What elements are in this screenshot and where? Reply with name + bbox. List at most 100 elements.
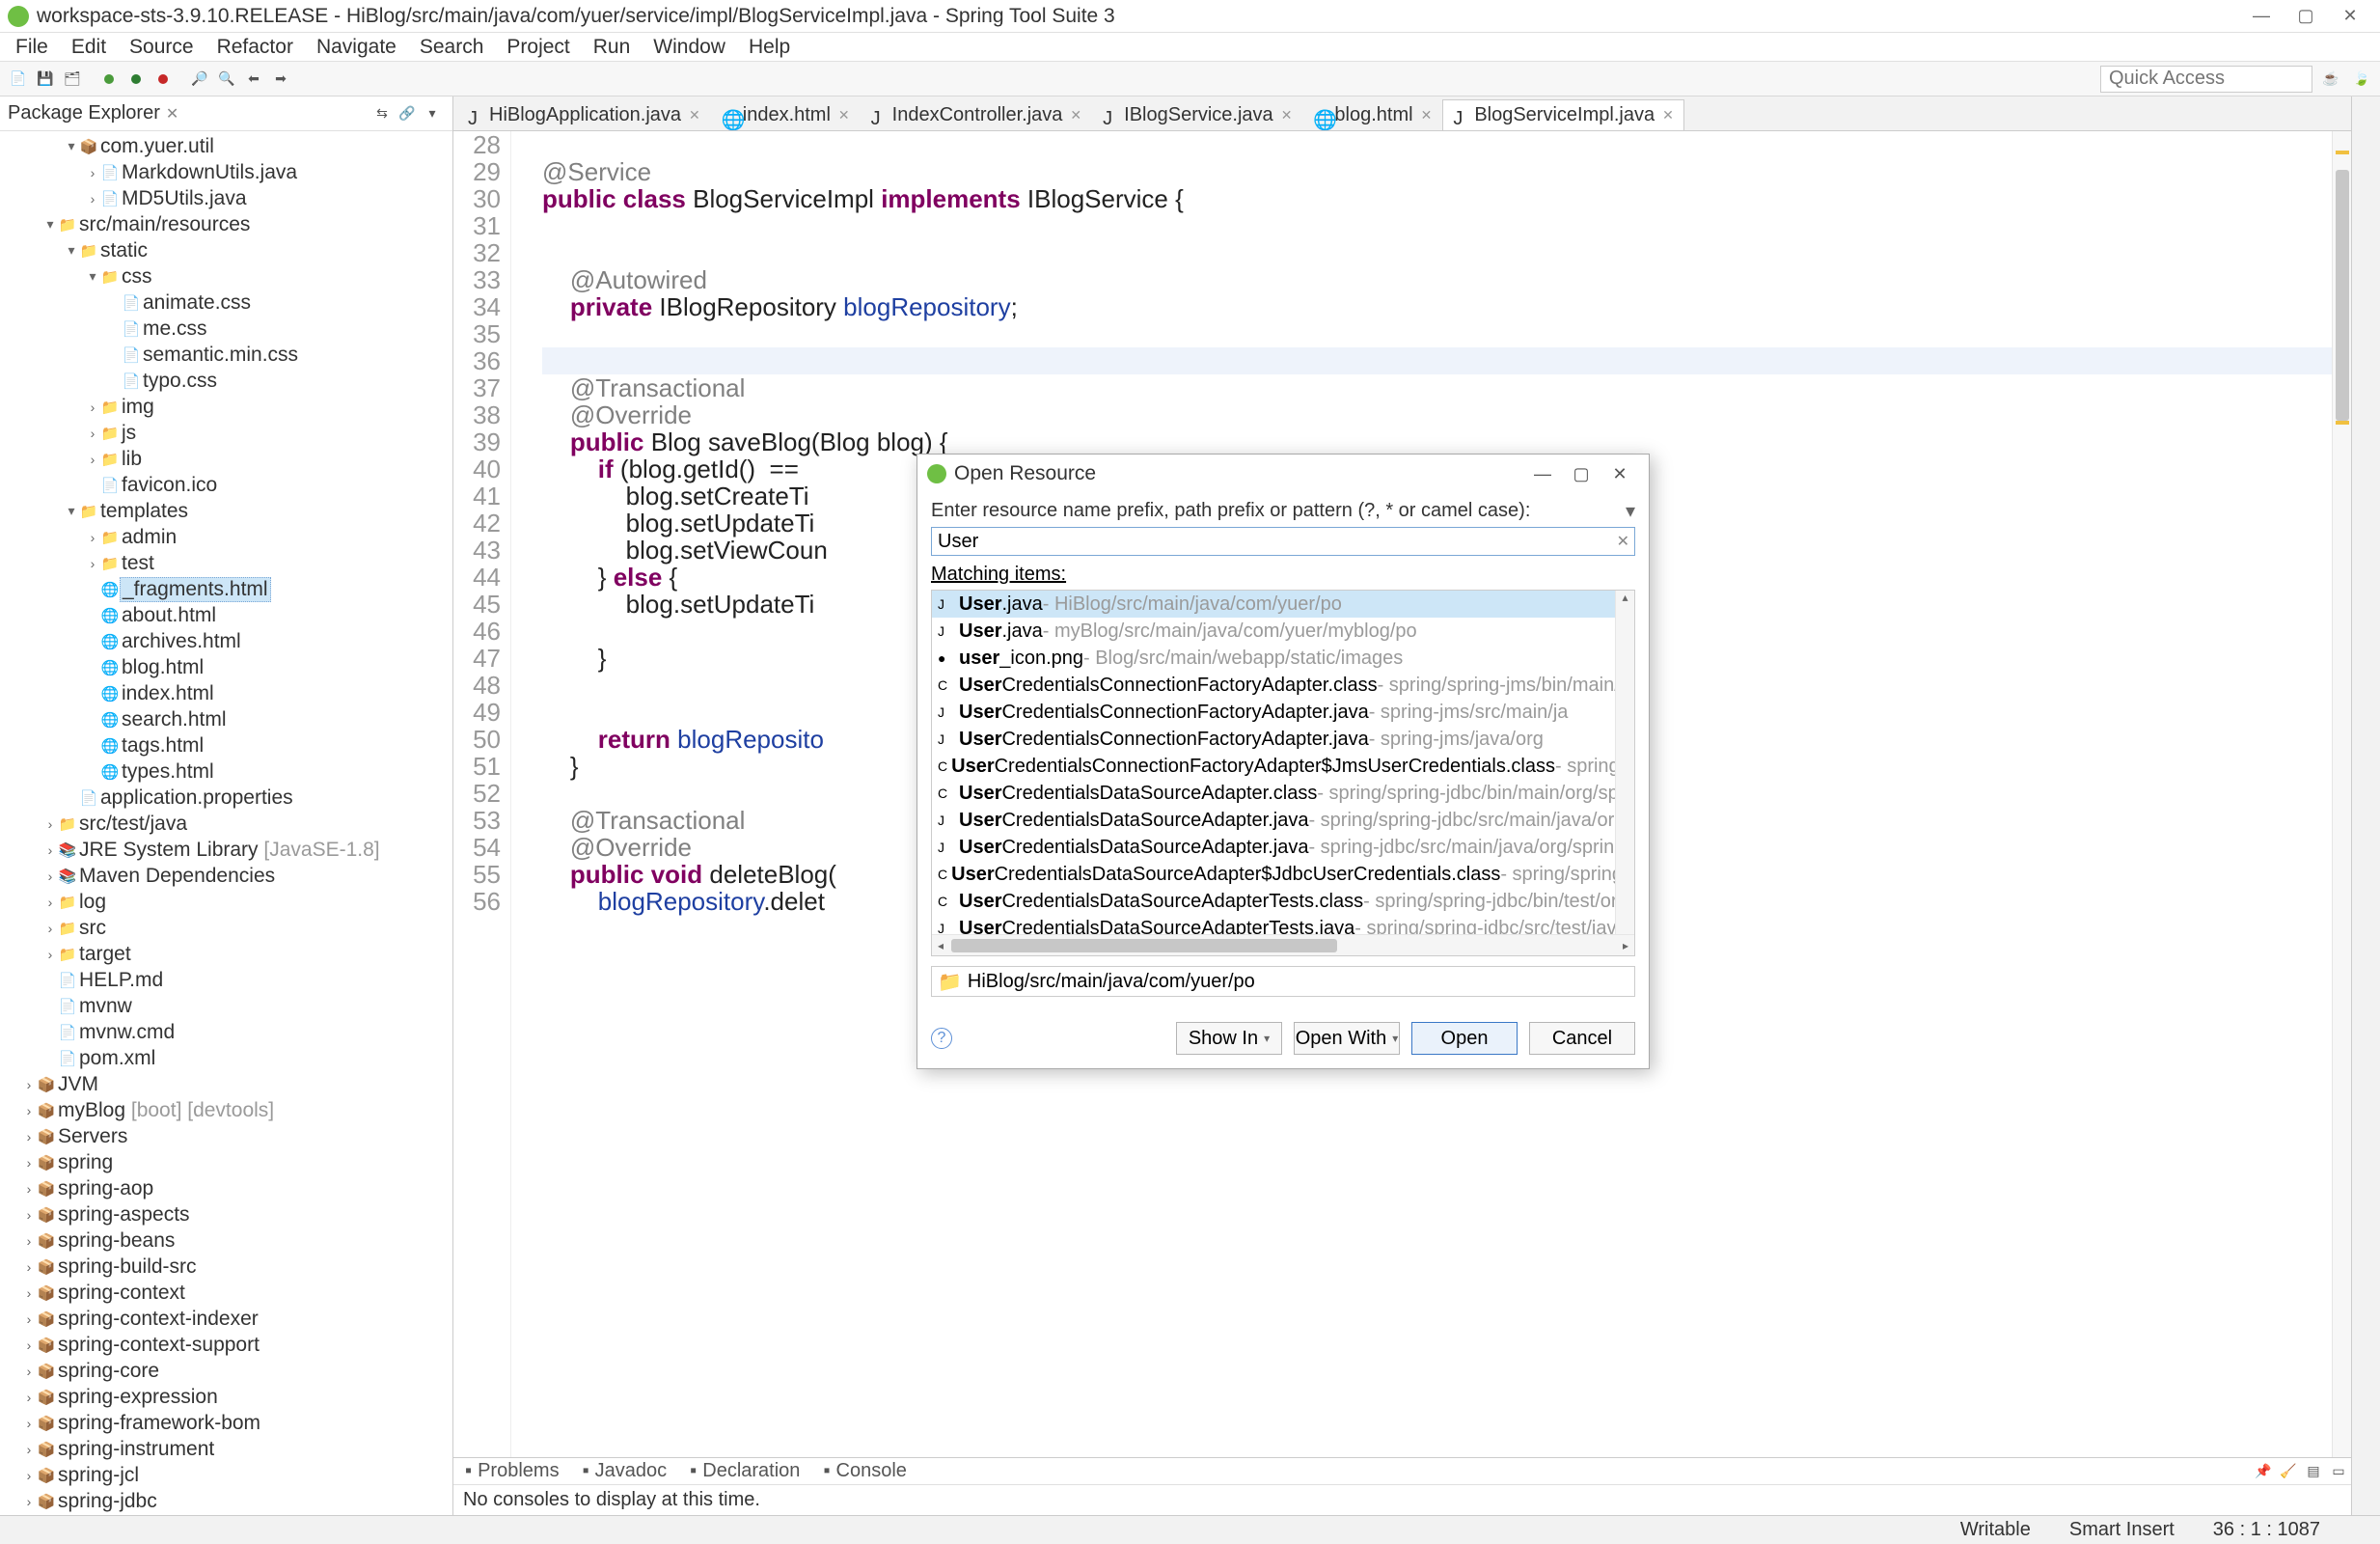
nav-fwd-icon[interactable]: ➡ (268, 67, 293, 92)
resource-search-input[interactable] (931, 527, 1635, 556)
resource-item[interactable]: JUserCredentialsConnectionFactoryAdapter… (932, 726, 1634, 753)
perspective-java-icon[interactable]: ☕ (2318, 67, 2343, 92)
tree-item[interactable]: ›📦JVM (0, 1071, 452, 1097)
view-close-icon[interactable]: ✕ (160, 104, 178, 124)
tree-item[interactable]: ›📁test (0, 550, 452, 576)
editor-tab[interactable]: 🌐index.html✕ (711, 99, 861, 130)
editor-tab[interactable]: JIBlogService.java✕ (1092, 99, 1302, 130)
tree-item[interactable]: 📄me.css (0, 316, 452, 342)
nav-back-icon[interactable]: ⬅ (241, 67, 266, 92)
cancel-button[interactable]: Cancel (1529, 1022, 1635, 1055)
editor-tab[interactable]: JBlogServiceImpl.java✕ (1442, 99, 1683, 130)
tree-item[interactable]: ›📦spring-jdbc (0, 1488, 452, 1514)
console-min-icon[interactable]: ▭ (2326, 1459, 2351, 1484)
tree-item[interactable]: ▾📁css (0, 263, 452, 290)
tree-item[interactable]: ›📚JRE System Library [JavaSE-1.8] (0, 837, 452, 863)
dialog-list-vscroll[interactable]: ▴ (1615, 591, 1634, 934)
bottom-tab-javadoc[interactable]: ▪Javadoc (571, 1458, 679, 1484)
bottom-tab-console[interactable]: ▪Console (811, 1458, 917, 1484)
matching-items-list[interactable]: JUser.java - HiBlog/src/main/java/com/yu… (931, 590, 1635, 956)
dialog-close-icon[interactable]: ✕ (1600, 464, 1639, 484)
tree-item[interactable]: 🌐tags.html (0, 732, 452, 758)
dialog-list-hscroll[interactable]: ◂▸ (932, 934, 1634, 955)
resource-item[interactable]: JUserCredentialsDataSourceAdapter.java -… (932, 807, 1634, 834)
tree-item[interactable]: 📄favicon.ico (0, 472, 452, 498)
console-clear-icon[interactable]: 🧹 (2276, 1459, 2301, 1484)
tree-item[interactable]: ›📦spring-aop (0, 1175, 452, 1201)
tree-item[interactable]: 📄semantic.min.css (0, 342, 452, 368)
tree-item[interactable]: 📄pom.xml (0, 1045, 452, 1071)
menu-search[interactable]: Search (410, 34, 494, 61)
menu-project[interactable]: Project (497, 34, 579, 61)
resource-item[interactable]: JUserCredentialsConnectionFactoryAdapter… (932, 699, 1634, 726)
resource-item[interactable]: CUserCredentialsDataSourceAdapter.class … (932, 780, 1634, 807)
resource-item[interactable]: JUserCredentialsDataSourceAdapterTests.j… (932, 915, 1634, 934)
show-in-button[interactable]: Show In▾ (1176, 1022, 1282, 1055)
run-last-icon[interactable] (150, 67, 176, 92)
tree-item[interactable]: 📄mvnw (0, 993, 452, 1019)
tree-item[interactable]: 🌐_fragments.html (0, 576, 452, 602)
menu-file[interactable]: File (6, 34, 58, 61)
tree-item[interactable]: ›📦spring-core (0, 1358, 452, 1384)
tree-item[interactable]: ›📁admin (0, 524, 452, 550)
close-button[interactable]: ✕ (2328, 2, 2372, 31)
tree-item[interactable]: ›📁img (0, 394, 452, 420)
tree-item[interactable]: ›📁target (0, 941, 452, 967)
tree-item[interactable]: 🌐types.html (0, 758, 452, 785)
clear-input-icon[interactable]: ✕ (1617, 532, 1629, 551)
bottom-tab-problems[interactable]: ▪Problems (453, 1458, 571, 1484)
save-all-icon[interactable]: 🗂 (60, 67, 85, 92)
menu-window[interactable]: Window (643, 34, 735, 61)
resource-item[interactable]: CUserCredentialsDataSourceAdapterTests.c… (932, 888, 1634, 915)
search-icon[interactable]: 🔍 (214, 67, 239, 92)
tree-item[interactable]: ▾📁templates (0, 498, 452, 524)
tree-item[interactable]: ›📦spring-build-src (0, 1254, 452, 1280)
tree-item[interactable]: ›📄MarkdownUtils.java (0, 159, 452, 185)
tree-item[interactable]: ›📁src (0, 915, 452, 941)
tree-item[interactable]: ›📦spring-context-support (0, 1332, 452, 1358)
package-tree[interactable]: ▾📦com.yuer.util›📄MarkdownUtils.java›📄MD5… (0, 131, 452, 1515)
collapse-all-icon[interactable]: ⇆ (369, 101, 395, 126)
maximize-button[interactable]: ▢ (2284, 2, 2328, 31)
editor-tab[interactable]: JHiBlogApplication.java✕ (457, 99, 711, 130)
menu-run[interactable]: Run (584, 34, 641, 61)
link-editor-icon[interactable]: 🔗 (395, 101, 420, 126)
tree-item[interactable]: ›📦spring-context (0, 1280, 452, 1306)
new-icon[interactable]: 📄 (6, 67, 31, 92)
dialog-maximize-icon[interactable]: ▢ (1562, 464, 1600, 484)
resource-item[interactable]: CUserCredentialsDataSourceAdapter$JdbcUs… (932, 861, 1634, 888)
tree-item[interactable]: ›📦spring-jcl (0, 1462, 452, 1488)
tree-item[interactable]: 🌐index.html (0, 680, 452, 706)
tree-item[interactable]: ›📁js (0, 420, 452, 446)
run-icon[interactable] (123, 67, 149, 92)
resource-item[interactable]: JUserCredentialsDataSourceAdapter.java -… (932, 834, 1634, 861)
tree-item[interactable]: 📄animate.css (0, 290, 452, 316)
tree-item[interactable]: ›📄MD5Utils.java (0, 185, 452, 211)
quick-access-input[interactable] (2100, 66, 2312, 93)
tree-item[interactable]: ›📁src/test/java (0, 811, 452, 837)
tree-item[interactable]: ▾📁static (0, 237, 452, 263)
resource-item[interactable]: JUser.java - myBlog/src/main/java/com/yu… (932, 618, 1634, 645)
tree-item[interactable]: ›📦spring-expression (0, 1384, 452, 1410)
bottom-tab-declaration[interactable]: ▪Declaration (678, 1458, 811, 1484)
tree-item[interactable]: ›📦spring-beans (0, 1227, 452, 1254)
tree-item[interactable]: 📄typo.css (0, 368, 452, 394)
save-icon[interactable]: 💾 (33, 67, 58, 92)
help-icon[interactable]: ? (931, 1028, 952, 1049)
menu-help[interactable]: Help (739, 34, 800, 61)
resource-item[interactable]: JUser.java - HiBlog/src/main/java/com/yu… (932, 591, 1634, 618)
tree-item[interactable]: ›📦spring-aspects (0, 1201, 452, 1227)
debug-icon[interactable] (96, 67, 122, 92)
tree-item[interactable]: 🌐search.html (0, 706, 452, 732)
tree-item[interactable]: 🌐archives.html (0, 628, 452, 654)
tree-item[interactable]: 📄HELP.md (0, 967, 452, 993)
editor-tab[interactable]: 🌐blog.html✕ (1302, 99, 1442, 130)
tree-item[interactable]: ▾📁src/main/resources (0, 211, 452, 237)
resource-item[interactable]: ●user_icon.png - Blog/src/main/webapp/st… (932, 645, 1634, 672)
resource-item[interactable]: CUserCredentialsConnectionFactoryAdapter… (932, 753, 1634, 780)
tree-item[interactable]: 📄application.properties (0, 785, 452, 811)
menu-refactor[interactable]: Refactor (207, 34, 303, 61)
tree-item[interactable]: 🌐blog.html (0, 654, 452, 680)
tree-item[interactable]: ›📦spring-framework-bom (0, 1410, 452, 1436)
console-open-icon[interactable]: ▤ (2301, 1459, 2326, 1484)
